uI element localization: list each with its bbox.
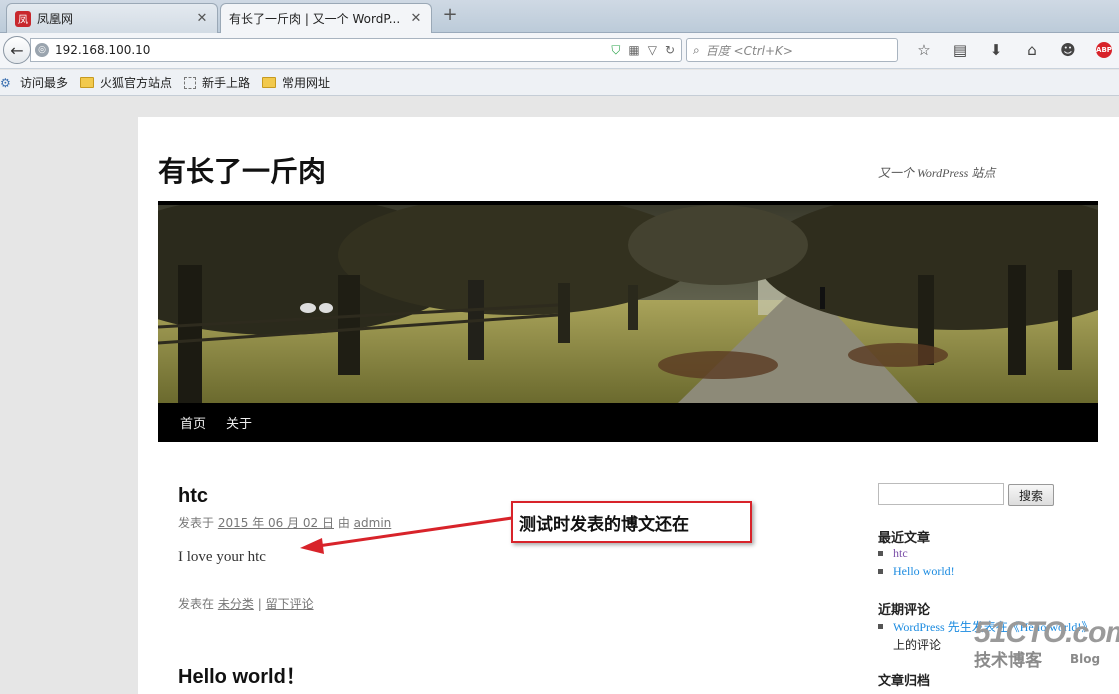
watermark-blog: Blog bbox=[1070, 652, 1101, 666]
annotation-arrow bbox=[300, 516, 513, 554]
annotation-callout: 测试时发表的博文还在 bbox=[511, 501, 752, 543]
watermark-logo: 51CTO.com 技术博客 Blog bbox=[974, 616, 1119, 686]
watermark-text: 51CTO.com bbox=[974, 616, 1119, 649]
